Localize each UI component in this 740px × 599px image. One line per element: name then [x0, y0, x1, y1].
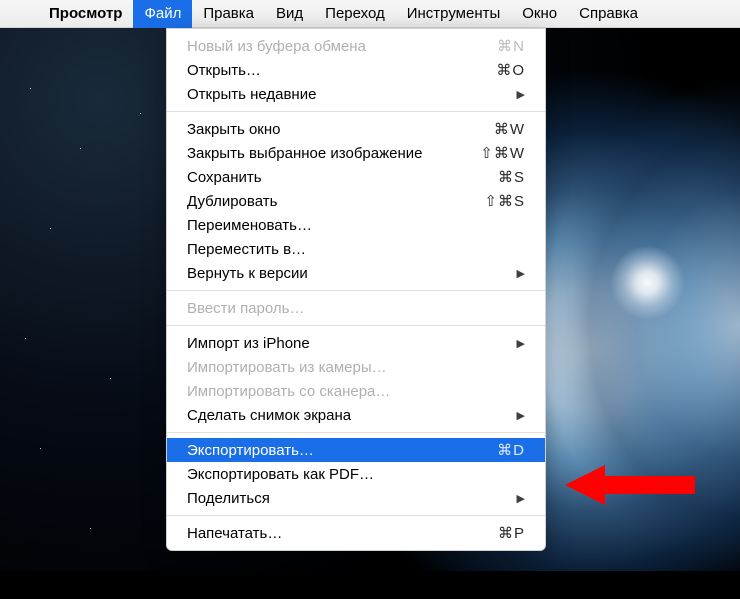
menu-item-label: Вернуть к версии [187, 265, 308, 282]
menu-item[interactable]: Закрыть окно ⌘W [167, 117, 545, 141]
menubar-item-правка[interactable]: Правка [192, 0, 265, 28]
submenu-arrow-icon: ▶ [517, 337, 525, 350]
system-menubar: Просмотр ФайлПравкаВидПереходИнструменты… [0, 0, 740, 28]
menu-item-label: Сохранить [187, 169, 262, 186]
menu-item[interactable]: Экспортировать… ⌘D [167, 438, 545, 462]
menu-item[interactable]: Экспортировать как PDF… [167, 462, 545, 486]
menu-item-shortcut: ⌘W [494, 120, 525, 138]
menu-item: Новый из буфера обмена ⌘N [167, 34, 545, 58]
annotation-arrow [565, 460, 705, 510]
menu-item[interactable]: Вернуть к версии ▶ [167, 261, 545, 285]
menu-item[interactable]: Импорт из iPhone ▶ [167, 331, 545, 355]
menu-item-label: Ввести пароль… [187, 300, 304, 317]
menu-item-shortcut: ⌘S [498, 168, 525, 186]
submenu-arrow-icon: ▶ [517, 409, 525, 422]
menu-item-label: Открыть недавние [187, 86, 316, 103]
menu-separator [167, 290, 545, 291]
menubar-item-окно[interactable]: Окно [511, 0, 568, 28]
submenu-arrow-icon: ▶ [517, 492, 525, 505]
menubar-item-переход[interactable]: Переход [314, 0, 396, 28]
menubar-item-инструменты[interactable]: Инструменты [396, 0, 512, 28]
menu-item[interactable]: Открыть… ⌘O [167, 58, 545, 82]
menu-item-label: Новый из буфера обмена [187, 38, 366, 55]
menubar-item-файл[interactable]: Файл [133, 0, 192, 28]
menu-item-label: Переместить в… [187, 241, 306, 258]
menu-item-label: Экспортировать… [187, 442, 314, 459]
menu-item-label: Напечатать… [187, 525, 282, 542]
menu-item-label: Импортировать со сканера… [187, 383, 390, 400]
submenu-arrow-icon: ▶ [517, 88, 525, 101]
menu-item-label: Сделать снимок экрана [187, 407, 351, 424]
menu-item-shortcut: ⇧⌘W [480, 144, 525, 162]
file-menu-dropdown: Новый из буфера обмена⌘NОткрыть…⌘OОткрыт… [166, 28, 546, 551]
menu-item-label: Дублировать [187, 193, 277, 210]
menu-item-label: Закрыть выбранное изображение [187, 145, 422, 162]
menu-item-label: Переименовать… [187, 217, 312, 234]
menu-item-label: Импорт из iPhone [187, 335, 310, 352]
menu-separator [167, 432, 545, 433]
menu-item[interactable]: Открыть недавние ▶ [167, 82, 545, 106]
menu-separator [167, 111, 545, 112]
menu-item[interactable]: Поделиться ▶ [167, 486, 545, 510]
menu-item-label: Экспортировать как PDF… [187, 466, 374, 483]
menu-item-label: Поделиться [187, 490, 270, 507]
submenu-arrow-icon: ▶ [517, 267, 525, 280]
menubar-app-name[interactable]: Просмотр [38, 0, 133, 28]
menu-item-shortcut: ⌘O [496, 61, 525, 79]
menu-item[interactable]: Переместить в… [167, 237, 545, 261]
menu-item-shortcut: ⌘N [497, 37, 525, 55]
menu-item-shortcut: ⇧⌘S [484, 192, 525, 210]
menubar-item-вид[interactable]: Вид [265, 0, 314, 28]
menu-item[interactable]: Сохранить ⌘S [167, 165, 545, 189]
menu-item-label: Закрыть окно [187, 121, 280, 138]
menu-separator [167, 515, 545, 516]
menubar-item-справка[interactable]: Справка [568, 0, 649, 28]
menu-item[interactable]: Переименовать… [167, 213, 545, 237]
menu-item-shortcut: ⌘D [497, 441, 525, 459]
menu-item[interactable]: Сделать снимок экрана ▶ [167, 403, 545, 427]
menu-item[interactable]: Дублировать ⇧⌘S [167, 189, 545, 213]
menu-item-label: Импортировать из камеры… [187, 359, 387, 376]
menu-item: Ввести пароль… [167, 296, 545, 320]
menu-item[interactable]: Напечатать… ⌘P [167, 521, 545, 545]
menu-item: Импортировать со сканера… [167, 379, 545, 403]
menu-item-label: Открыть… [187, 62, 261, 79]
menu-item[interactable]: Закрыть выбранное изображение ⇧⌘W [167, 141, 545, 165]
menu-item: Импортировать из камеры… [167, 355, 545, 379]
menu-item-shortcut: ⌘P [498, 524, 525, 542]
menu-separator [167, 325, 545, 326]
